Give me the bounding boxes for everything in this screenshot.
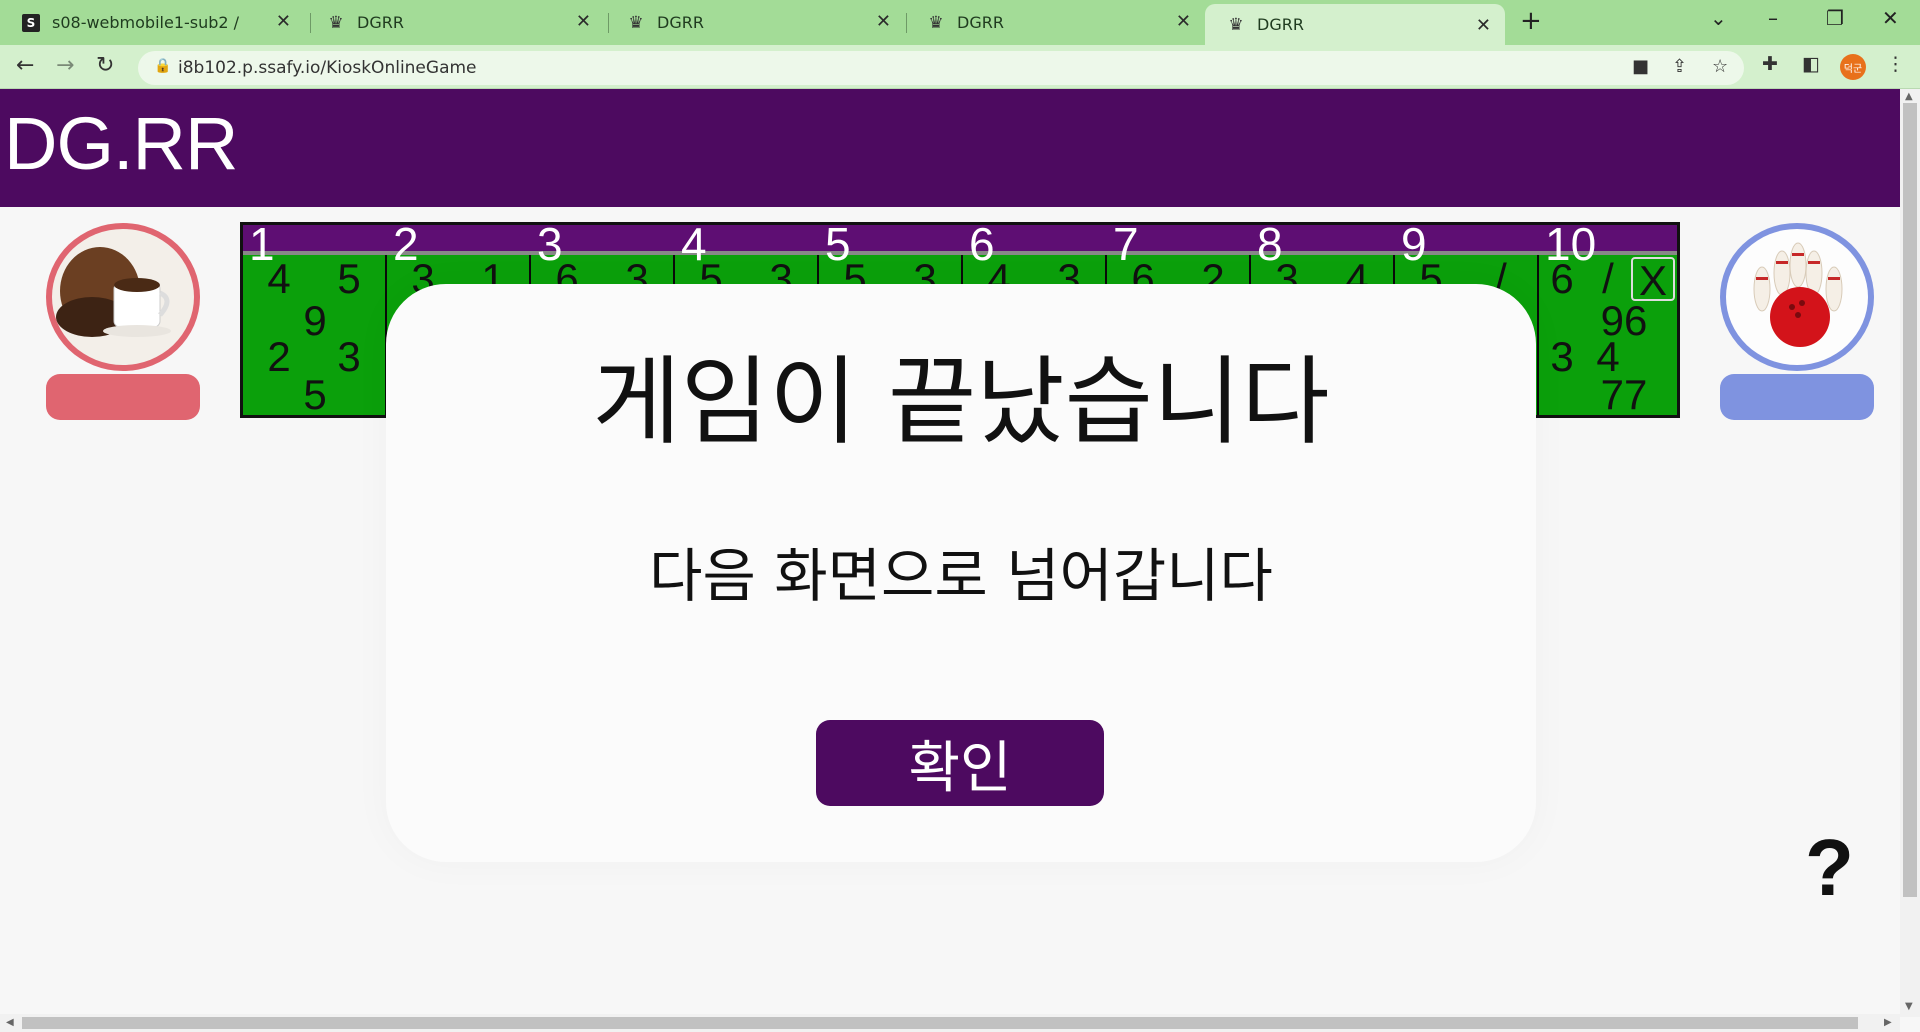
frame-total: 77 — [1600, 371, 1648, 418]
forward-arrow-icon[interactable]: → — [56, 53, 74, 78]
bowling-illustration — [1726, 229, 1868, 365]
player-right — [1720, 223, 1874, 420]
tab-title: s08-webmobile1-sub2 / S08P12 — [52, 13, 242, 32]
player-left — [46, 223, 200, 420]
bowling-pins-icon: ♛ — [628, 12, 644, 33]
horizontal-scrollbar[interactable]: ◀ ▶ — [0, 1014, 1900, 1032]
side-panel-icon[interactable]: ◧ — [1802, 53, 1820, 75]
close-icon[interactable]: ✕ — [276, 11, 291, 32]
gitlab-s-icon: S — [22, 13, 40, 32]
reload-icon[interactable]: ↻ — [96, 53, 114, 78]
back-arrow-icon[interactable]: ← — [16, 53, 34, 78]
browser-tab-dgrr-2[interactable]: ♛ DGRR ✕ — [605, 0, 905, 45]
browser-tab-gitlab[interactable]: S s08-webmobile1-sub2 / S08P12 ✕ — [0, 0, 305, 45]
player-right-nameplate — [1720, 374, 1874, 420]
profile-avatar[interactable]: 덕군 — [1840, 54, 1866, 80]
lock-icon: 🔒 — [154, 58, 172, 74]
bowling-avatar — [1720, 223, 1874, 371]
browser-toolbar: ← → ↻ 🔒 i8b102.p.ssafy.io/KioskOnlineGam… — [0, 45, 1920, 89]
coffee-avatar — [46, 223, 200, 371]
vertical-scrollbar[interactable]: ▲ ▼ — [1900, 89, 1920, 1017]
roll-2: / — [1602, 255, 1614, 302]
vertical-scroll-thumb[interactable] — [1903, 103, 1917, 897]
tab-title: DGRR — [1257, 15, 1304, 34]
roll-1: 4 — [267, 255, 291, 302]
close-icon[interactable]: ✕ — [876, 11, 891, 32]
close-icon[interactable]: ✕ — [1176, 11, 1191, 32]
new-tab-button[interactable]: + — [1520, 6, 1542, 36]
browser-tab-dgrr-1[interactable]: ♛ DGRR ✕ — [305, 0, 605, 45]
share-icon[interactable]: ⇪ — [1672, 56, 1687, 77]
browser-tab-bar: S s08-webmobile1-sub2 / S08P12 ✕ ♛ DGRR … — [0, 0, 1920, 45]
scroll-left-icon[interactable]: ◀ — [6, 1017, 14, 1028]
window-close-icon[interactable]: ✕ — [1882, 6, 1899, 30]
bowling-pins-icon: ♛ — [328, 12, 344, 33]
roll-1: 6 — [1550, 255, 1574, 302]
bookmark-star-icon[interactable]: ☆ — [1712, 56, 1728, 77]
bowling-pins-icon: ♛ — [1228, 14, 1244, 35]
more-menu-icon[interactable]: ⋮ — [1886, 53, 1905, 75]
modal-subtitle: 다음 화면으로 넘어갑니다 — [649, 542, 1273, 610]
scroll-down-icon[interactable]: ▼ — [1905, 1001, 1913, 1012]
browser-tab-dgrr-active[interactable]: ♛ DGRR ✕ — [1205, 4, 1505, 45]
scroll-right-icon[interactable]: ▶ — [1884, 1017, 1892, 1028]
coffee-illustration — [52, 229, 194, 365]
minimize-icon[interactable]: – — [1768, 6, 1778, 30]
scroll-up-icon[interactable]: ▲ — [1905, 91, 1913, 102]
tab-search-icon[interactable]: ⌄ — [1710, 6, 1727, 30]
tab-title: DGRR — [357, 13, 404, 32]
tab-title: DGRR — [657, 13, 704, 32]
help-button[interactable]: ? — [1805, 822, 1854, 914]
restore-icon[interactable]: ❐ — [1826, 6, 1844, 30]
extensions-puzzle-icon[interactable]: ✚ — [1762, 53, 1778, 75]
horizontal-scroll-thumb[interactable] — [22, 1017, 1858, 1029]
tab-title: DGRR — [957, 13, 1004, 32]
confirm-button[interactable]: 확인 — [816, 720, 1104, 806]
modal-title: 게임이 끝났습니다 — [592, 346, 1330, 458]
site-header: DG.RR — [0, 89, 1900, 207]
close-icon[interactable]: ✕ — [1476, 15, 1491, 36]
address-bar[interactable]: 🔒 i8b102.p.ssafy.io/KioskOnlineGame ■ ⇪ … — [138, 51, 1744, 85]
player-left-nameplate — [46, 374, 200, 420]
site-logo[interactable]: DG.RR — [4, 101, 238, 186]
roll-3-strike: X — [1631, 257, 1675, 303]
lower-roll-1: 3 — [1550, 333, 1574, 380]
frame-10: 10 6 / X 96 3 4 77 — [1539, 218, 1677, 418]
game-over-modal: 게임이 끝났습니다 다음 화면으로 넘어갑니다 확인 — [386, 284, 1536, 862]
bowling-pins-icon: ♛ — [928, 12, 944, 33]
camera-icon[interactable]: ■ — [1632, 56, 1649, 77]
frame-1: 1 4 5 9 2 3 5 — [243, 218, 387, 418]
close-icon[interactable]: ✕ — [576, 11, 591, 32]
frame-total: 5 — [303, 371, 327, 418]
url-text[interactable]: i8b102.p.ssafy.io/KioskOnlineGame — [178, 58, 477, 78]
browser-tab-dgrr-3[interactable]: ♛ DGRR ✕ — [905, 0, 1205, 45]
roll-2: 5 — [337, 255, 361, 302]
